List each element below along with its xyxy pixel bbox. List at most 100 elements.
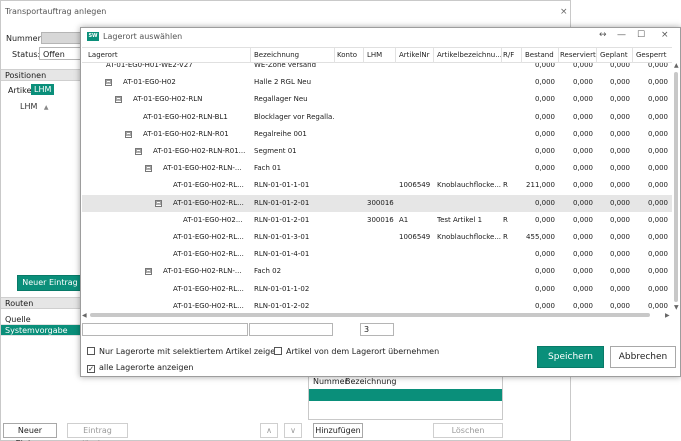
routen-table: Nummer Bezeichnung (308, 374, 503, 420)
checkbox-label: alle Lagerorte anzeigen (99, 363, 194, 372)
collapse-icon[interactable]: ⊟ (145, 268, 152, 276)
cell-lhm: 300016 (367, 215, 394, 224)
cell-gesperrt: 0,000 (647, 63, 668, 69)
cell-bez: RLN-01-01-4-01 (254, 250, 310, 259)
mini-column-bezeichnung: Bezeichnung (345, 377, 397, 386)
checkbox-box[interactable] (87, 347, 95, 355)
maximize-icon[interactable]: ☐ (637, 30, 645, 40)
lhm-column-header[interactable]: LHM ▲ (20, 102, 49, 111)
table-row[interactable]: ⊟ AT-01-EG0-H02 Halle 2 RGL Neu 0,000 0,000 0… (82, 74, 672, 91)
column-geplant[interactable]: Geplant (600, 51, 630, 59)
collapse-icon[interactable]: ⊟ (135, 148, 142, 155)
cell-reserviert: 0,000 (572, 63, 593, 69)
column-bezeichnung[interactable]: Bezeichnung (254, 51, 334, 59)
checkbox-nur-lagerorte[interactable]: Nur Lagerorte mit selektiertem Artikel z… (87, 347, 280, 356)
cell-lagerort: AT-01-EG0-H02-RLN-... (163, 164, 242, 173)
column-lhm[interactable]: LHM (367, 51, 395, 59)
cell-gesperrt: 0,000 (647, 112, 668, 121)
checkbox-alle-lagerorte[interactable]: ✓ alle Lagerorte anzeigen (87, 363, 193, 373)
column-gesperrt[interactable]: Gesperrt (636, 51, 670, 59)
lagerort-table: Lagerort Bezeichnung Konto LHM ArtikelNr… (82, 47, 672, 319)
collapse-icon[interactable]: ⊟ (145, 165, 152, 173)
scroll-down-icon[interactable]: ▼ (674, 304, 679, 311)
cell-reserviert: 0,000 (572, 301, 593, 310)
cell-gesperrt: 0,000 (647, 129, 668, 138)
column-konto[interactable]: Konto (337, 51, 363, 59)
cell-gesperrt: 0,000 (647, 250, 668, 259)
speichern-button[interactable]: Speichern (537, 346, 604, 368)
dialog-title: Lagerort auswählen (103, 32, 183, 41)
status-field[interactable]: Offen (39, 47, 85, 60)
table-row[interactable]: AT-01-EG0-H02-RL... RLN-01-01-1-01 1006549… (82, 177, 672, 194)
eintrag-loeschen-button[interactable]: Eintrag löschen (67, 423, 128, 441)
table-row[interactable]: ⊟ AT-01-EG0-H02-RL... RLN-01-01-2-01 300016… (82, 194, 672, 212)
cell-gesperrt: 0,000 (647, 284, 668, 293)
table-row[interactable]: AT-01-EG0-H02-RLN-BL1 Blocklager vor Rega… (82, 109, 672, 126)
column-artikelbezeichnung[interactable]: Artikelbezeichnu... (437, 51, 501, 59)
column-rf[interactable]: R/F (503, 51, 519, 59)
scroll-left-icon[interactable]: ◀ (82, 312, 87, 319)
move-up-button[interactable]: ∧ (260, 423, 278, 438)
horizontal-scroll-thumb[interactable] (90, 313, 650, 317)
collapse-icon[interactable]: ⊟ (125, 130, 132, 138)
close-icon[interactable]: × (560, 7, 568, 17)
collapse-icon[interactable]: ⊟ (155, 199, 162, 207)
vertical-scroll-thumb[interactable] (674, 72, 678, 302)
table-row[interactable]: ⊟ AT-01-EG0-H02-RLN Regallager Neu 0,000 0,0… (82, 91, 672, 108)
scroll-right-icon[interactable]: ▶ (665, 312, 670, 319)
tab-lhm[interactable]: LHM (31, 84, 55, 95)
column-bestand[interactable]: Bestand (525, 51, 555, 59)
checkmark-icon[interactable]: ✓ (87, 365, 95, 373)
neuer-eintrag-positionen-button[interactable]: Neuer Eintrag (17, 275, 83, 291)
collapse-icon[interactable]: ⊟ (105, 79, 112, 87)
collapse-icon[interactable]: ⊟ (115, 96, 122, 104)
filter-lagerort-input[interactable] (82, 323, 248, 336)
column-artikelnr[interactable]: ArtikelNr (399, 51, 433, 59)
horizontal-scrollbar[interactable]: ◀ ▶ (82, 312, 672, 319)
cell-bestand: 0,000 (534, 301, 555, 310)
vertical-scrollbar[interactable]: ▲ ▼ (673, 62, 680, 319)
checkbox-label: Artikel von dem Lagerort übernehmen (286, 347, 440, 356)
table-row[interactable]: ⊟ AT-01-EG0-H02-RLN-R01 Regalreihe 001 0,00… (82, 126, 672, 143)
loeschen-button[interactable]: Löschen (433, 423, 503, 438)
cell-gesperrt: 0,000 (647, 301, 668, 310)
cell-bestand: 0,000 (534, 95, 555, 104)
table-row[interactable]: AT-01-EG0-H02-RL... RLN-01-01-3-01 1006549… (82, 229, 672, 246)
table-row[interactable]: AT-01-EG0-H02... RLN-01-01-2-01 300016 A1 Te… (82, 212, 672, 229)
cell-geplant: 0,000 (609, 95, 630, 104)
neuer-eintrag-button[interactable]: Neuer Eintrag (3, 423, 57, 441)
cell-lagerort: AT-01-EG0-H02-RL... (173, 233, 244, 241)
move-down-button[interactable]: ∨ (284, 423, 302, 438)
systemvorgabe-item[interactable]: Systemvorgabe (1, 325, 85, 336)
cell-gesperrt: 0,000 (647, 78, 668, 87)
abbrechen-button[interactable]: Abbrechen (610, 346, 676, 368)
checkbox-box[interactable] (274, 347, 282, 355)
checkbox-artikel-uebernehmen[interactable]: Artikel von dem Lagerort übernehmen (274, 347, 439, 356)
nummer-field[interactable] (41, 32, 85, 44)
table-row[interactable]: ⊟ AT-01-EG0-H02-RLN-... Fach 02 0,000 0,000 0… (82, 263, 672, 280)
table-row[interactable]: AT-01-EG0-H01-WE2-V27 WE-Zone versand 0,00… (82, 63, 672, 74)
filter-bezeichnung-input[interactable] (249, 323, 333, 336)
cell-lagerort: AT-01-EG0-H02-RLN-... (163, 267, 242, 276)
column-reserviert[interactable]: Reserviert (560, 51, 596, 59)
table-row[interactable]: ⊟ AT-01-EG0-H02-RLN-R01... Segment 01 0,000… (82, 143, 672, 160)
dialog-titlebar[interactable]: SW Lagerort auswählen ↔ — ☐ × (81, 28, 680, 45)
hinzufuegen-button[interactable]: Hinzufügen (313, 423, 363, 438)
scroll-up-icon[interactable]: ▲ (674, 62, 679, 69)
cell-rf: R (503, 215, 508, 224)
mini-table-selected-row[interactable] (309, 389, 502, 401)
cell-geplant: 0,000 (609, 215, 630, 224)
cell-geplant: 0,000 (609, 233, 630, 241)
resize-icon[interactable]: ↔ (599, 30, 607, 40)
column-lagerort[interactable]: Lagerort (88, 51, 248, 59)
cell-bestand: 211,000 (526, 181, 555, 190)
close-icon[interactable]: × (661, 30, 669, 40)
minimize-icon[interactable]: — (617, 30, 626, 40)
filter-lhm-input[interactable]: 3 (360, 323, 394, 336)
quelle-item[interactable]: Quelle (1, 314, 85, 325)
table-row[interactable]: AT-01-EG0-H02-RL... RLN-01-01-1-02 0,000 0,… (82, 281, 672, 298)
cell-bestand: 0,000 (534, 164, 555, 173)
cell-gesperrt: 0,000 (647, 147, 668, 155)
table-row[interactable]: ⊟ AT-01-EG0-H02-RLN-... Fach 01 0,000 0,000 0… (82, 160, 672, 177)
table-row[interactable]: AT-01-EG0-H02-RL... RLN-01-01-4-01 0,000 0,… (82, 246, 672, 263)
